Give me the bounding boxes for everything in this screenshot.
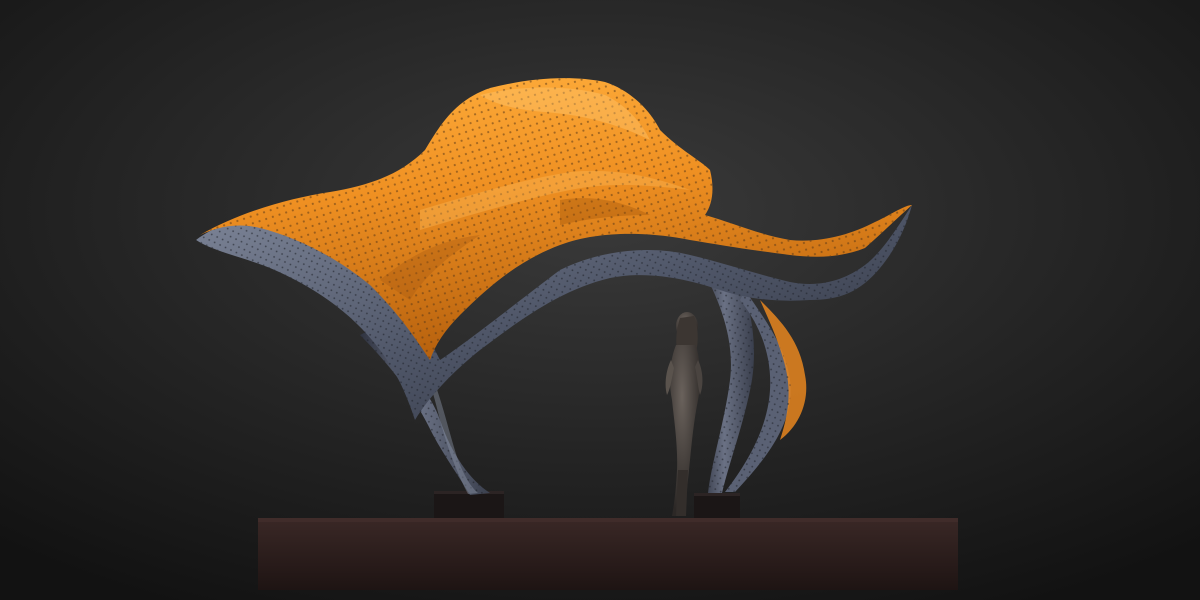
sculpture-render — [0, 0, 1200, 600]
render-viewport — [0, 0, 1200, 600]
right-pedestal — [694, 493, 740, 518]
plinth — [258, 518, 958, 590]
left-pedestal — [434, 491, 504, 518]
